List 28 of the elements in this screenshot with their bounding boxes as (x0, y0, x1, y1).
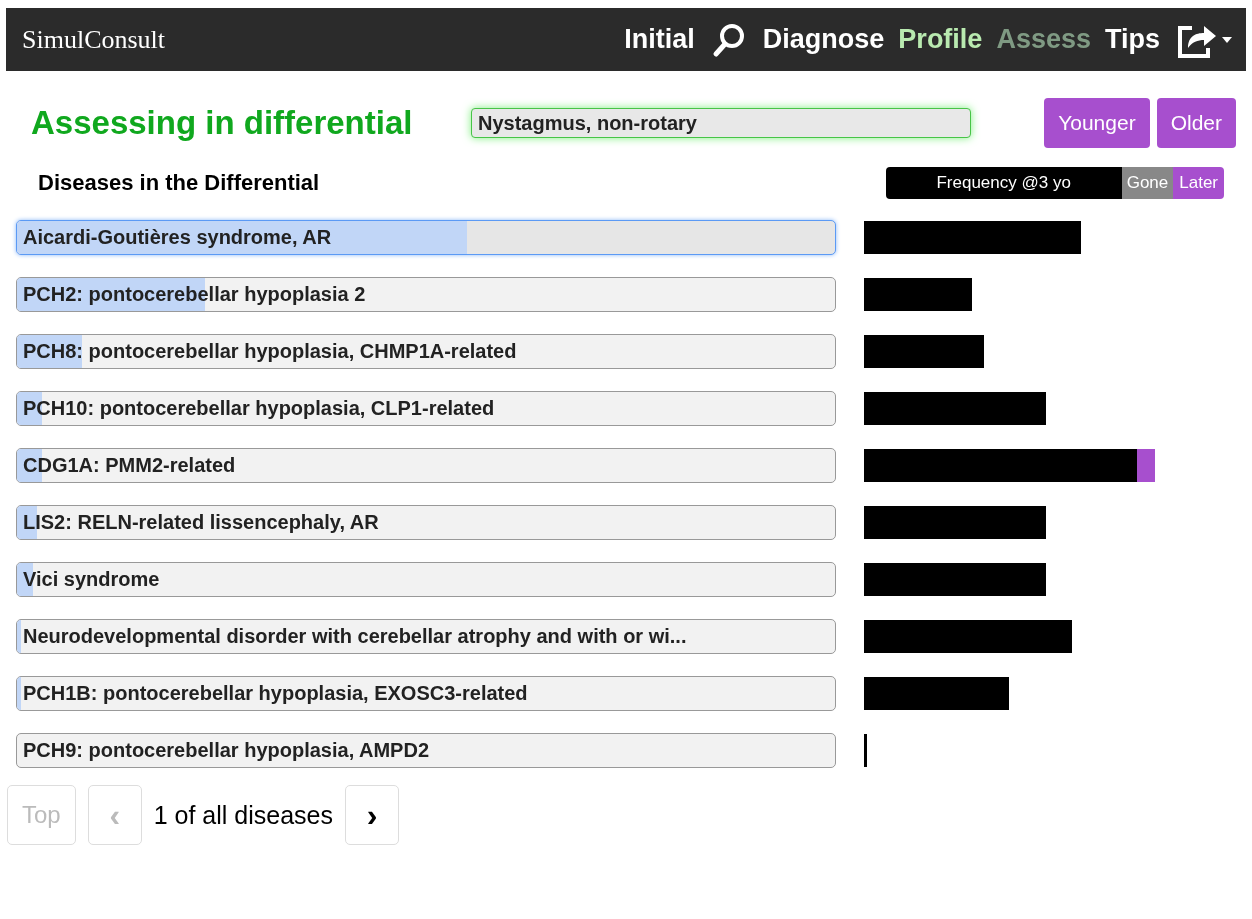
nav-link[interactable]: Diagnose (762, 24, 885, 55)
list-heading: Diseases in the Differential (38, 170, 320, 196)
nav-link[interactable]: Assess (996, 24, 1091, 55)
disease-button[interactable]: Vici syndrome (16, 561, 836, 597)
disease-button[interactable]: Aicardi-Goutières syndrome, AR (16, 219, 836, 255)
disease-button[interactable]: PCH10: pontocerebellar hypoplasia, CLP1-related (16, 390, 836, 426)
gone-legend: Gone (1121, 167, 1174, 199)
age-button[interactable]: Older (1156, 98, 1236, 148)
frequency-legend: Frequency @3 yo (885, 167, 1122, 199)
disease-button[interactable]: CDG1A: PMM2-related (16, 447, 836, 483)
age-button[interactable]: Younger (1044, 98, 1150, 148)
finding-field[interactable]: Nystagmus, non-rotary (471, 108, 971, 138)
disease-button[interactable]: Neurodevelopmental disorder with cerebellar atrophy and with or wi... (16, 618, 836, 654)
disease-button[interactable]: PCH2: pontocerebellar hypoplasia 2 (16, 276, 836, 312)
next-button[interactable]: › (345, 785, 399, 845)
page-title: Assessing in differential (31, 104, 414, 142)
nav-link[interactable]: Initial (624, 24, 695, 55)
disease-button[interactable]: PCH8: pontocerebellar hypoplasia, CHMP1A-related (16, 333, 836, 369)
brand-logo[interactable]: SimulConsult (22, 24, 166, 55)
nav-link[interactable]: Profile (898, 24, 983, 55)
frequency-bar (864, 733, 867, 767)
page-status: 1 of all diseases (153, 800, 333, 830)
later-legend: Later (1173, 167, 1224, 199)
later-bar (1137, 448, 1155, 482)
nav-link[interactable]: Tips (1105, 24, 1160, 55)
disease-button[interactable]: PCH1B: pontocerebellar hypoplasia, EXOSC3-related (16, 675, 836, 711)
disease-button[interactable]: LIS2: RELN-related lissencephaly, AR (16, 504, 836, 540)
disease-button[interactable]: PCH9: pontocerebellar hypoplasia, AMPD2 (16, 732, 836, 768)
